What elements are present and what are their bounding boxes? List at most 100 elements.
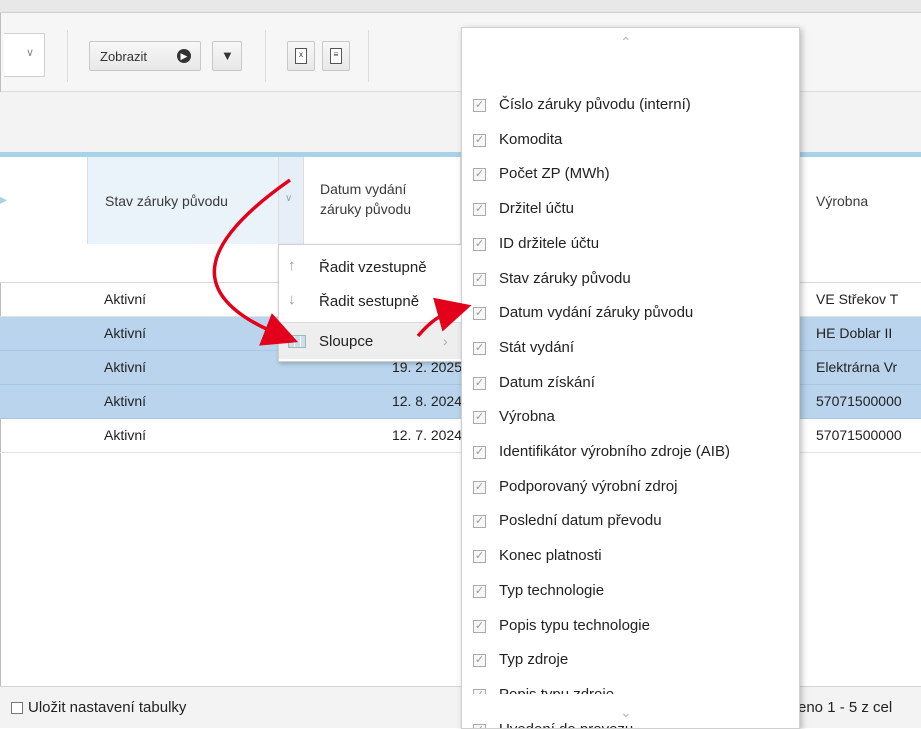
save-table-settings-checkbox[interactable] (11, 702, 23, 714)
chevron-right-icon: › (443, 333, 448, 349)
column-toggle-item[interactable]: ✓ Poslední datum převodu (462, 504, 799, 538)
cell-stav: Aktivní (104, 359, 147, 375)
column-toggle-label: Typ technologie (499, 581, 605, 599)
column-toggle-label: ID držitele účtu (499, 234, 600, 252)
checkbox-checked-icon[interactable]: ✓ (473, 584, 486, 598)
sort-descending-label: Řadit sestupně (319, 293, 420, 310)
scroll-up-icon[interactable]: ⌃ (620, 34, 632, 51)
checkbox-checked-icon[interactable]: ✓ (473, 376, 486, 390)
column-toggle-label: Držitel účtu (499, 200, 575, 218)
header-label-vyrobna: Výrobna (816, 193, 869, 209)
columns-label: Sloupce (319, 333, 374, 350)
column-toggle-item[interactable]: ✓ Počet ZP (MWh) (462, 157, 799, 191)
save-table-settings-label: Uložit nastavení tabulky (28, 699, 187, 716)
top-strip (0, 0, 921, 13)
zobrazit-label: Zobrazit (100, 49, 147, 64)
cell-vyrobna: 57071500000 (816, 427, 902, 443)
column-toggle-item[interactable]: ✓ Výrobna (462, 400, 799, 434)
filter-button[interactable]: ▼ (212, 41, 242, 71)
checkbox-checked-icon[interactable]: ✓ (473, 550, 486, 564)
checkbox-checked-icon[interactable]: ✓ (473, 619, 486, 633)
sort-ascending-item[interactable]: ↑ Řadit vzestupně (279, 249, 463, 285)
document-file-icon: ≡ (330, 48, 342, 64)
column-toggle-item[interactable]: ✓ Konec platnosti (462, 539, 799, 573)
page-size-select[interactable]: ∨ (4, 33, 45, 77)
column-toggle-item[interactable]: ✓ Stát vydání (462, 331, 799, 365)
header-label-datum-line1: Datum vydání (320, 181, 407, 197)
checkbox-checked-icon[interactable]: ✓ (473, 411, 486, 425)
checkbox-checked-icon[interactable]: ✓ (473, 515, 486, 529)
column-toggle-item[interactable]: ✓ Podporovaný výrobní zdroj (462, 470, 799, 504)
chevron-down-icon: ∨ (25, 47, 34, 59)
chevron-down-icon: ∨ (285, 193, 293, 204)
column-toggle-label: Číslo záruky původu (interní) (499, 96, 691, 113)
header-label-datum-line2: záruky původu (320, 201, 412, 217)
header-sort-indicator: ▸ (0, 191, 8, 207)
checkbox-checked-icon[interactable]: ✓ (473, 307, 486, 321)
cell-vyrobna: VE Střekov T (816, 291, 899, 307)
column-toggle-item[interactable]: ✓ Typ technologie (462, 574, 799, 608)
toolbar-divider (368, 30, 369, 82)
checkbox-checked-icon[interactable]: ✓ (473, 99, 486, 112)
columns-submenu-item[interactable]: Sloupce › (279, 323, 463, 359)
cell-datum: 12. 8. 2024 (391, 393, 462, 409)
column-toggle-item[interactable]: ✓ Komodita (462, 123, 799, 157)
checkbox-checked-icon[interactable]: ✓ (473, 446, 486, 459)
cell-vyrobna: HE Doblar II (816, 325, 893, 341)
checkbox-checked-icon[interactable]: ✓ (473, 203, 486, 217)
checkbox-checked-icon[interactable]: ✓ (473, 237, 486, 251)
column-toggle-item[interactable]: ✓ ID držitele účtu (462, 227, 799, 261)
checkbox-checked-icon[interactable]: ✓ (473, 654, 486, 668)
toolbar-divider (265, 30, 266, 82)
header-cell-datum-vydani[interactable]: Datum vydání záruky původu (304, 157, 461, 244)
column-toggle-label: Komodita (499, 130, 563, 148)
arrow-right-circle-icon: ▶ (177, 49, 191, 63)
column-toggle-item[interactable]: ✓ Držitel účtu (462, 192, 799, 226)
toolbar-divider (67, 30, 68, 82)
checkbox-checked-icon[interactable]: ✓ (473, 272, 486, 286)
cell-stav: Aktivní (104, 393, 147, 409)
column-toggle-item[interactable]: ✓ Identifikátor výrobního zdroje (AIB) (462, 435, 799, 469)
cell-stav: Aktivní (104, 427, 147, 443)
columns-grid-icon (288, 335, 306, 348)
excel-file-icon: x (295, 48, 307, 64)
checkbox-checked-icon[interactable]: ✓ (473, 341, 486, 355)
column-toggle-label: Typ zdroje (499, 651, 569, 669)
column-toggle-item[interactable]: ✓ Typ zdroje (462, 643, 799, 677)
cell-vyrobna: 57071500000 (816, 393, 902, 409)
arrow-down-icon: ↓ (288, 291, 296, 308)
cell-stav: Aktivní (104, 291, 147, 307)
header-cell-vyrobna[interactable]: Výrobna (798, 157, 921, 244)
column-toggle-item[interactable]: ✓ Stav záruky původu (462, 262, 799, 296)
checkbox-checked-icon[interactable]: ✓ (473, 723, 486, 728)
column-toggle-label: Výrobna (499, 408, 555, 426)
checkbox-checked-icon[interactable]: ✓ (473, 480, 486, 494)
sort-ascending-label: Řadit vzestupně (319, 259, 427, 276)
menu-cutoff (462, 694, 799, 702)
scroll-down-icon[interactable]: ⌄ (620, 704, 632, 721)
column-toggle-label: Podporovaný výrobní zdroj (499, 477, 678, 495)
sort-descending-item[interactable]: ↓ Řadit sestupně (279, 283, 463, 319)
column-toggle-label: Konec platnosti (499, 547, 602, 565)
column-toggle-label: Popis typu technologie (499, 616, 650, 634)
column-toggle-label: Datum získání (499, 373, 595, 391)
column-menu-toggle[interactable]: ∨ (279, 157, 304, 244)
header-label-stav: Stav záruky původu (105, 193, 228, 209)
filter-icon: ▼ (221, 48, 234, 63)
cell-stav: Aktivní (104, 325, 147, 341)
column-toggle-label: Poslední datum převodu (499, 512, 662, 530)
export-excel-button[interactable]: x (287, 41, 315, 71)
header-cell-previous[interactable]: ▸ (0, 157, 88, 244)
column-toggle-label: Uvedení do provozu (499, 721, 633, 728)
header-cell-stav[interactable]: Stav záruky původu (88, 157, 279, 244)
column-toggle-item[interactable]: ✓ Datum vydání záruky původu (462, 296, 799, 330)
checkbox-checked-icon[interactable]: ✓ (473, 133, 486, 147)
column-toggle-item[interactable]: ✓ Číslo záruky původu (interní) (462, 88, 799, 122)
export-document-button[interactable]: ≡ (322, 41, 350, 71)
column-toggle-item[interactable]: ✓ Popis typu technologie (462, 609, 799, 643)
column-toggle-label: Datum vydání záruky původu (499, 304, 694, 322)
checkbox-checked-icon[interactable]: ✓ (473, 168, 486, 182)
column-toggle-item[interactable]: ✓ Datum získání (462, 366, 799, 400)
pagination-info: eno 1 - 5 z cel (798, 699, 893, 716)
zobrazit-button[interactable]: Zobrazit ▶ (89, 41, 201, 71)
